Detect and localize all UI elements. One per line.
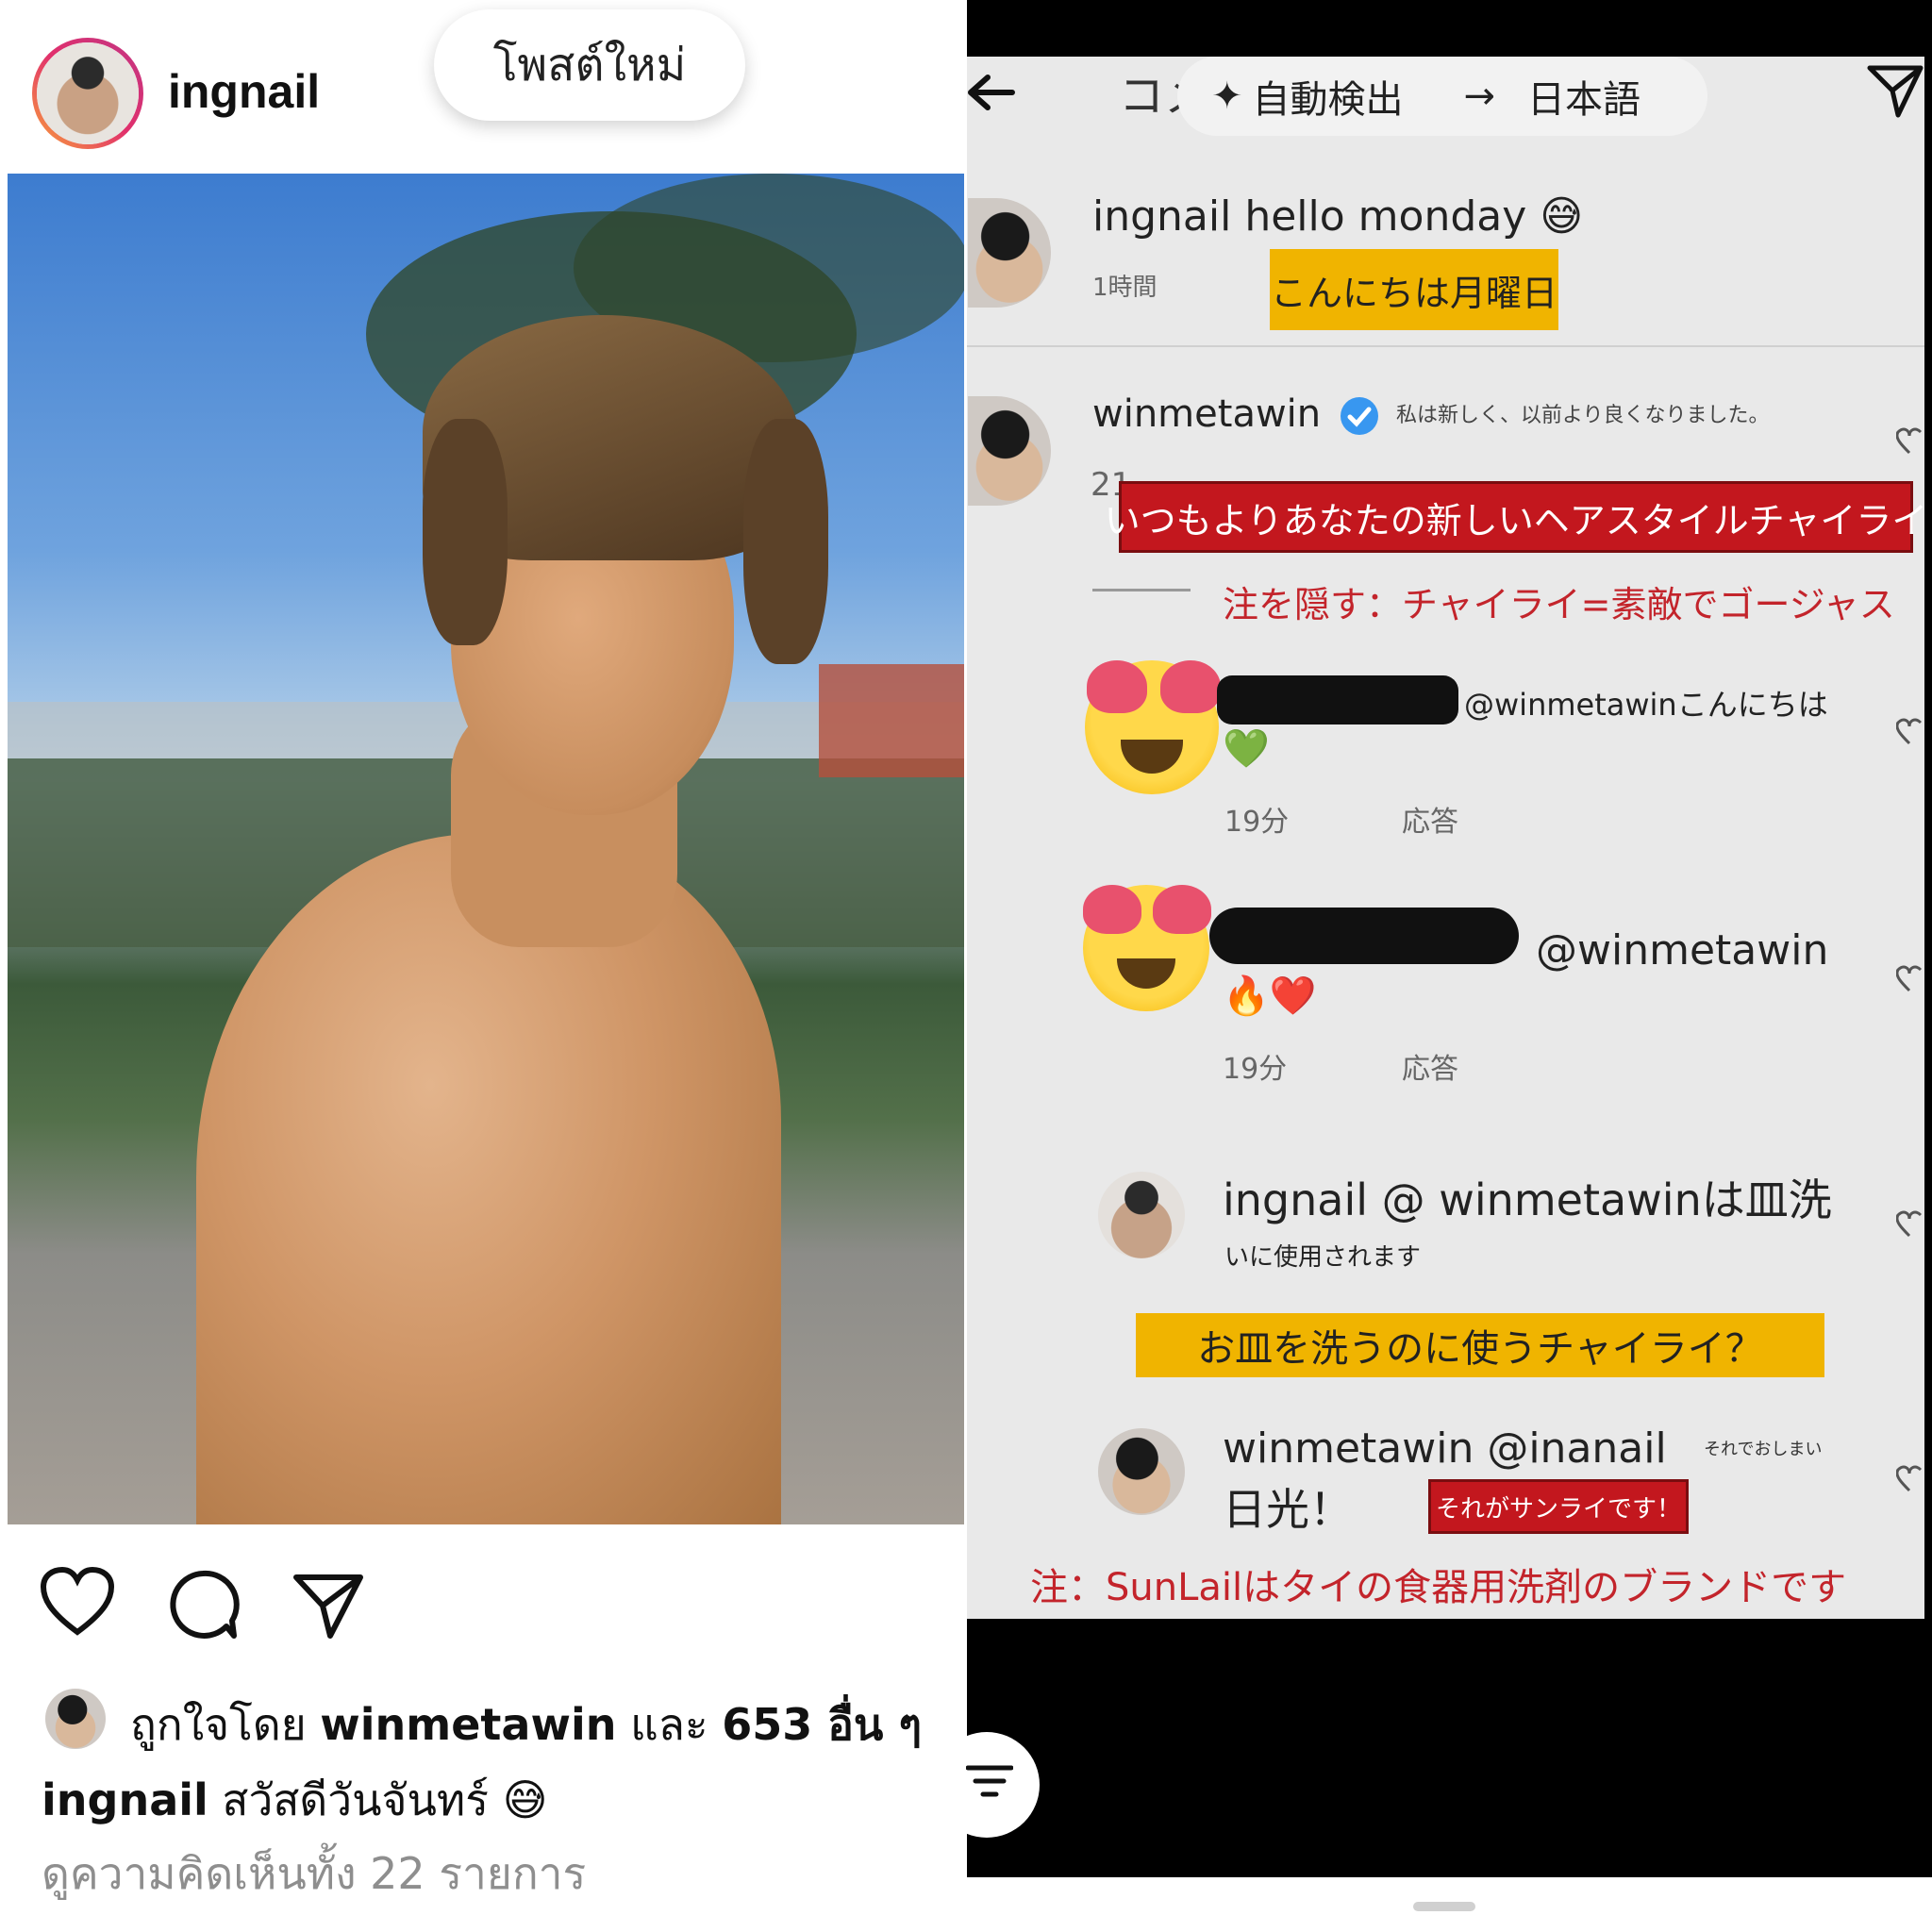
footer-note: 注：SunLailはタイの食器用洗剤のブランドです [1030,1566,1847,1609]
comment-bubble-icon[interactable] [166,1568,240,1641]
reply4-line1: winmetawin @inanail [1223,1424,1667,1473]
reply2-like-heart-icon[interactable] [1896,964,1924,996]
reply3-avatar[interactable] [1098,1172,1185,1258]
filter-lines-icon [966,1765,1013,1797]
liked-by-user[interactable]: winmetawin [320,1699,616,1750]
translate-target[interactable]: 日本語 [1527,69,1641,124]
post-photo[interactable] [8,174,964,1524]
reply4-line2: 日光！ [1223,1484,1353,1535]
liked-by-middle: และ [630,1699,708,1750]
like-heart-icon[interactable] [40,1566,115,1638]
instagram-post-panel: ingnail โพสต์ใหม่ ถูกใจโดย winmetawin แล… [0,0,967,1932]
caption-comment-time: 1時間 [1092,274,1158,302]
reply1-heart-eye-right [1160,660,1221,713]
share-paper-plane-icon[interactable] [291,1570,366,1641]
comment1-username[interactable]: winmetawin [1092,392,1321,436]
reply4-translation-highlight: それがサンライです！ [1428,1479,1689,1534]
liked-by-count[interactable]: 653 อื่น ๆ [722,1699,922,1750]
translate-source[interactable]: 自動検出 [1253,69,1404,124]
reply2-time: 19分 [1223,1053,1288,1086]
post-caption: ingnail สวัสดีวันจันทร์ 😅 [42,1766,548,1835]
liked-by-line[interactable]: ถูกใจโดย winmetawin และ 653 อื่น ๆ [130,1690,922,1759]
comment1-translated-text: 私は新しく、以前より良くなりました。 [1396,404,1770,427]
reply2-emoji: 🔥❤️ [1223,974,1317,1018]
sparkle-icon: ✦ [1211,75,1243,118]
caption-comment-text: hello monday 😅 [1244,192,1584,241]
home-indicator[interactable] [1413,1902,1475,1911]
caption-comment-username[interactable]: ingnail [1092,192,1231,241]
back-arrow-icon[interactable] [967,72,1016,113]
view-all-comments-link[interactable]: ดูความคิดเห็นทั้ง 22 รายการ [42,1840,586,1908]
reply3-like-heart-icon[interactable] [1896,1209,1924,1241]
reply1-heart-eye-left [1087,660,1147,713]
reply2-heart-eye-right [1153,885,1211,934]
reply4-side-note: それでおしまい [1704,1440,1823,1459]
caption-username[interactable]: ingnail [42,1774,208,1825]
comment1-note: 注を隠す：チャイライ=素敵でゴージャス [1223,584,1895,625]
translate-arrow: → [1463,75,1496,118]
caption-text: สวัสดีวันจันทร์ 😅 [222,1774,548,1825]
reply2-reply-button[interactable]: 応答 [1402,1045,1458,1087]
reply1-like-heart-icon[interactable] [1896,717,1924,749]
divider [967,345,1924,347]
caption-translation-highlight: こんにちは月曜日 [1270,249,1558,330]
reply2-heart-eye-left [1083,885,1141,934]
caption-comment-line: ingnail hello monday 😅 [1092,192,1583,241]
reply2-mention[interactable]: @winmetawin [1536,926,1828,974]
post-author-username[interactable]: ingnail [168,64,320,119]
reply1-username-redacted [1217,675,1458,724]
liked-by-avatar[interactable] [45,1689,106,1749]
comment1-like-heart-icon[interactable] [1896,426,1924,458]
comment1-translation-highlight: いつもよりあなたの新しいヘアスタイルチャイライ [1105,481,1927,553]
new-posts-pill[interactable]: โพสต์ใหม่ [434,9,745,121]
verified-badge-icon [1341,397,1378,435]
reply3-line2: いに使用されます [1224,1243,1422,1272]
reply2-username-redacted [1209,908,1519,964]
reply1-time: 19分 [1224,806,1290,839]
reply4-like-heart-icon[interactable] [1896,1464,1924,1496]
reply1-emoji: 💚 [1223,727,1270,771]
reply3-translation-highlight: お皿を洗うのに使うチャイライ？ [1136,1313,1824,1377]
reply3-line1: ingnail @ winmetawinは皿洗 [1223,1174,1832,1225]
filter-button[interactable] [934,1732,1040,1838]
reply4-avatar[interactable] [1098,1428,1185,1515]
reply1-mention[interactable]: @winmetawinこんにちは [1464,681,1828,724]
liked-by-prefix: ถูกใจโดย [130,1699,307,1750]
share-paper-plane-icon[interactable] [1866,62,1924,121]
post-author-avatar[interactable] [32,38,143,149]
translate-bar[interactable]: ✦ 自動検出 → 日本語 [1177,57,1707,136]
reply1-reply-button[interactable]: 応答 [1402,798,1458,840]
hidden-replies-line [1092,589,1191,591]
